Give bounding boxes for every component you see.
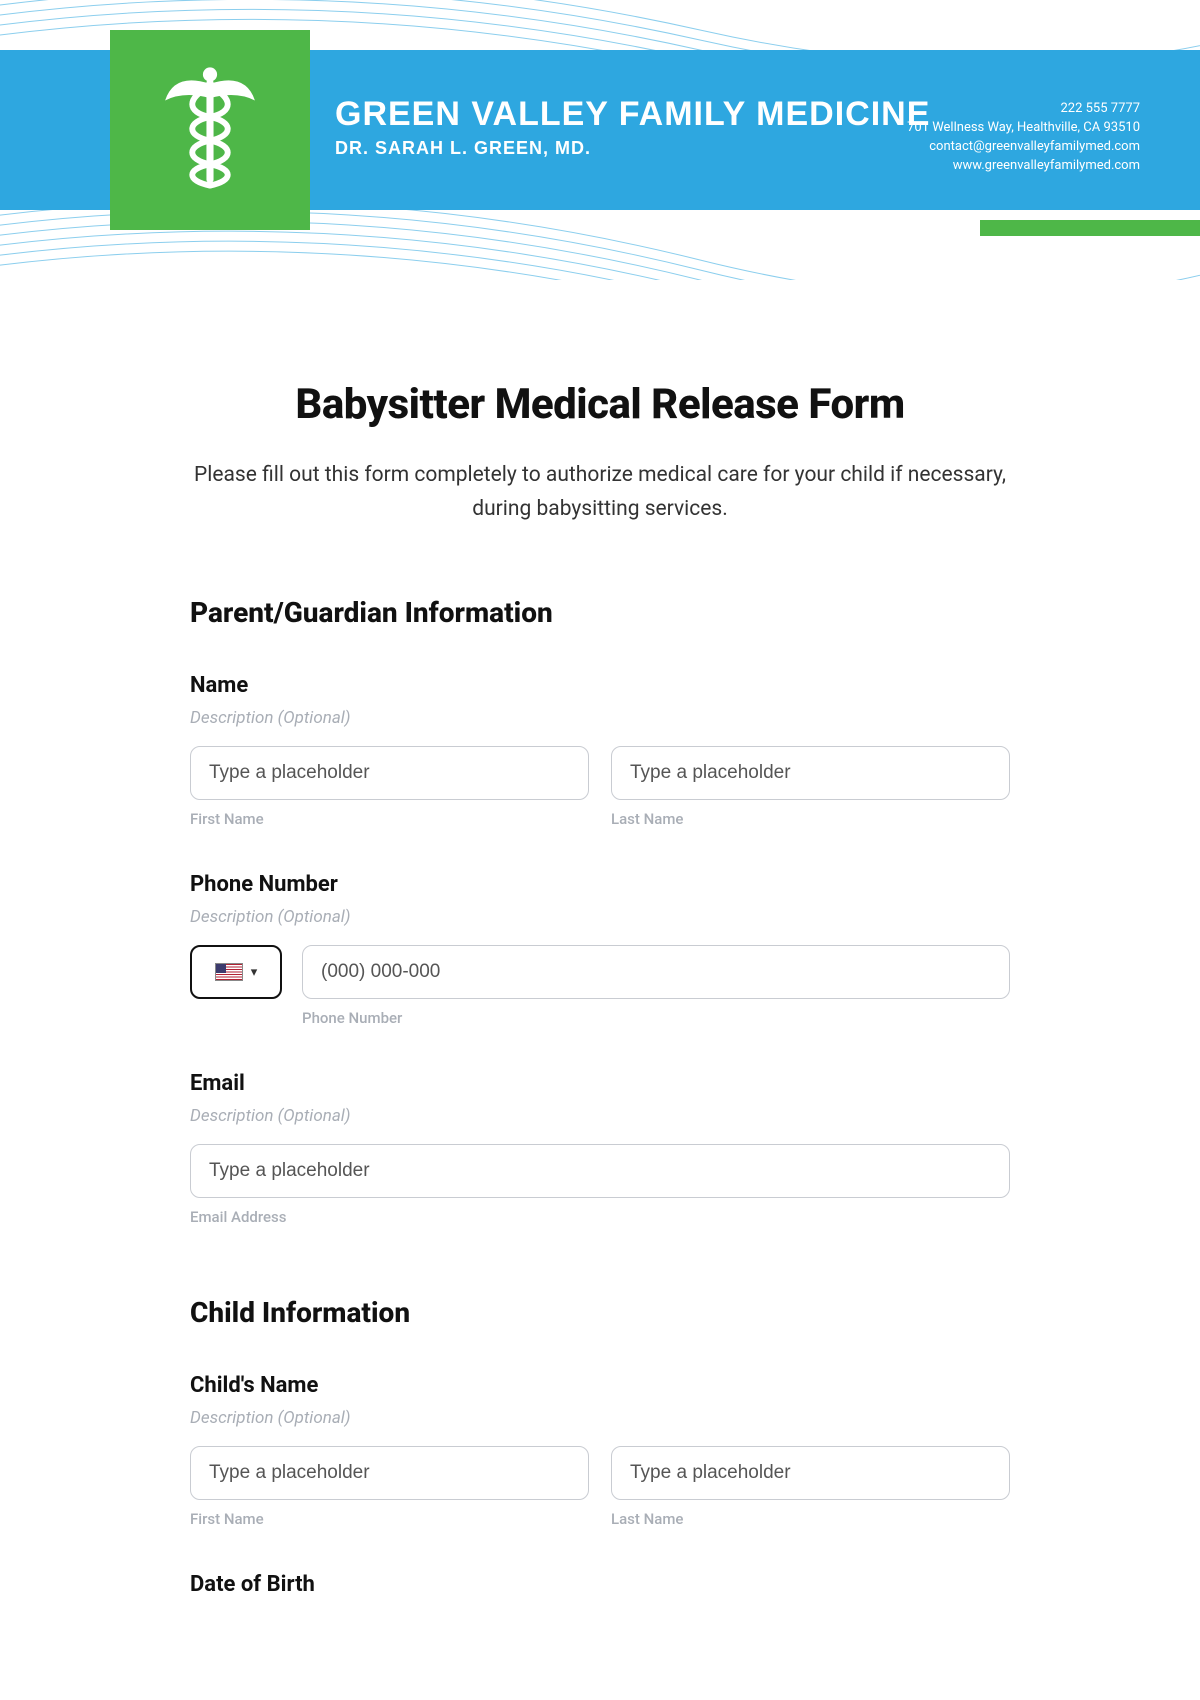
child-name-desc: Description (Optional) [190,1408,1010,1428]
practice-email: contact@greenvalleyfamilymed.com [907,138,1140,157]
doctor-name: DR. SARAH L. GREEN, MD. [335,138,930,159]
form-title: Babysitter Medical Release Form [190,380,1010,429]
parent-email-sublabel: Email Address [190,1208,1010,1226]
practice-name-block: GREEN VALLEY FAMILY MEDICINE DR. SARAH L… [335,95,930,159]
practice-address: 701 Wellness Way, Healthville, CA 93510 [907,119,1140,138]
parent-name-label: Name [190,673,1010,698]
us-flag-icon [215,963,243,981]
parent-phone-field: Phone Number Description (Optional) ▾ Ph… [190,872,1010,1027]
practice-phone: 222 555 7777 [907,100,1140,119]
parent-last-name-input[interactable] [611,746,1010,800]
child-dob-field: Date of Birth [190,1572,1010,1597]
parent-phone-sublabel: Phone Number [302,1009,1010,1027]
practice-contact-block: 222 555 7777 701 Wellness Way, Healthvil… [907,100,1140,175]
form-intro: Please fill out this form completely to … [190,459,1010,526]
parent-first-name-input[interactable] [190,746,589,800]
form-content: Babysitter Medical Release Form Please f… [120,280,1080,1657]
child-first-name-input[interactable] [190,1446,589,1500]
child-name-label: Child's Name [190,1373,1010,1398]
parent-email-input[interactable] [190,1144,1010,1198]
parent-email-field: Email Description (Optional) Email Addre… [190,1071,1010,1226]
header-green-accent [980,220,1200,236]
practice-logo-box [110,30,310,230]
section-child-title: Child Information [190,1296,1010,1329]
parent-last-name-sublabel: Last Name [611,810,1010,828]
caduceus-icon [160,65,260,195]
parent-phone-desc: Description (Optional) [190,907,1010,927]
child-dob-label: Date of Birth [190,1572,1010,1597]
parent-email-desc: Description (Optional) [190,1106,1010,1126]
child-last-name-sublabel: Last Name [611,1510,1010,1528]
country-code-select[interactable]: ▾ [190,945,282,999]
parent-name-desc: Description (Optional) [190,708,1010,728]
parent-name-field: Name Description (Optional) First Name L… [190,673,1010,828]
parent-phone-label: Phone Number [190,872,1010,897]
practice-name: GREEN VALLEY FAMILY MEDICINE [335,95,930,134]
parent-email-label: Email [190,1071,1010,1096]
child-last-name-input[interactable] [611,1446,1010,1500]
letterhead-banner: GREEN VALLEY FAMILY MEDICINE DR. SARAH L… [0,0,1200,280]
child-name-field: Child's Name Description (Optional) Firs… [190,1373,1010,1528]
chevron-down-icon: ▾ [251,965,258,980]
practice-website: www.greenvalleyfamilymed.com [907,157,1140,176]
parent-phone-input[interactable] [302,945,1010,999]
parent-first-name-sublabel: First Name [190,810,589,828]
child-first-name-sublabel: First Name [190,1510,589,1528]
section-parent-title: Parent/Guardian Information [190,596,1010,629]
